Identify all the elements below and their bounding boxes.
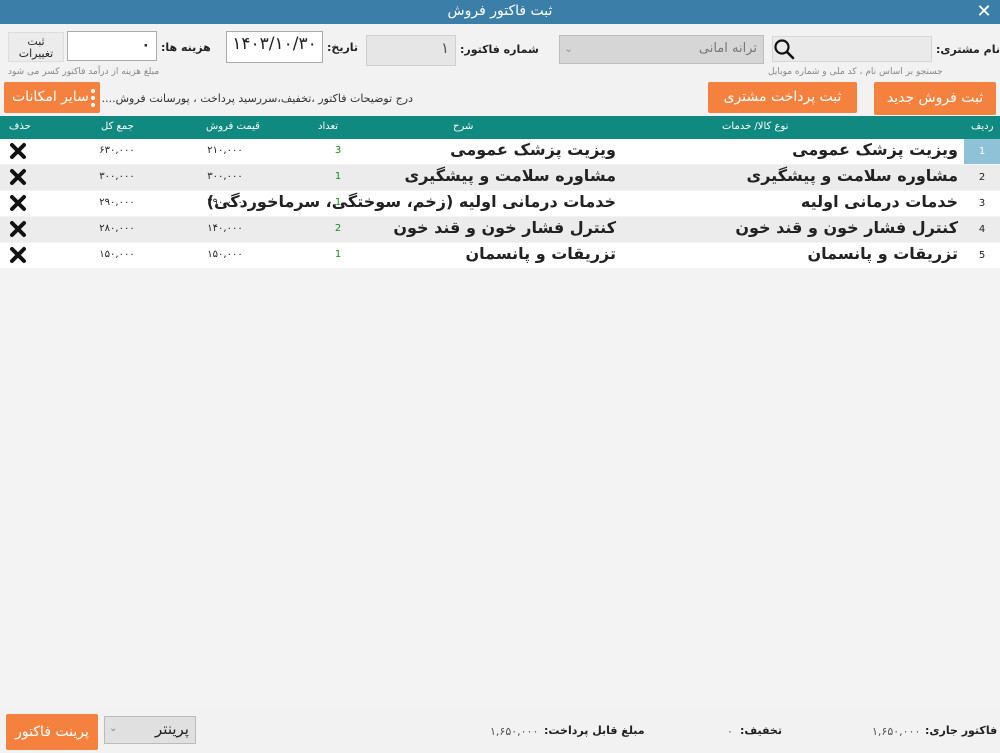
close-icon[interactable]: ✕ [974, 0, 994, 24]
row-description[interactable]: مشاوره سلامت و پیشگیری [405, 166, 616, 185]
row-item[interactable]: کنترل فشار خون و قند خون [735, 218, 958, 237]
row-item[interactable]: خدمات درمانی اولیه [801, 192, 958, 211]
more-options-button[interactable]: سایر امکانات [4, 82, 100, 113]
row-qty[interactable]: 1 [318, 197, 358, 208]
invoice-description-hint[interactable]: درج توضیحات فاکتور ،تخفیف،سررسید پرداخت … [102, 92, 413, 105]
row-index: 4 [978, 224, 986, 235]
row-price[interactable]: ۲۹۰,۰۰۰ [190, 197, 260, 208]
customer-select[interactable]: ترانه امانی ⌄ [559, 35, 764, 64]
discount-label: تخفیف: [740, 724, 782, 737]
row-qty[interactable]: 3 [318, 145, 358, 156]
table-header: ردیف نوع کالا/ خدمات شرح تعداد قیمت فروش… [0, 116, 1000, 139]
table-row[interactable]: 2 مشاوره سلامت و پیشگیری مشاوره سلامت و … [0, 165, 1000, 190]
row-item[interactable]: مشاوره سلامت و پیشگیری [747, 166, 958, 185]
header-qty: تعداد [318, 121, 339, 132]
header-item: نوع کالا/ خدمات [722, 121, 789, 132]
delete-x-icon[interactable] [8, 193, 30, 213]
row-total: ۶۳۰,۰۰۰ [99, 145, 135, 156]
printer-value: پرینتر [155, 720, 189, 738]
discount-value: ۰ [727, 725, 733, 738]
save-changes-label-2: تغییرات [18, 47, 54, 60]
row-item[interactable]: تزریقات و پانسمان [807, 244, 958, 263]
table-row[interactable]: 4 کنترل فشار خون و قند خون کنترل فشار خو… [0, 217, 1000, 242]
date-value: ۱۴۰۳/۱۰/۳۰ [232, 34, 317, 54]
row-price[interactable]: ۳۰۰,۰۰۰ [190, 171, 260, 182]
payable-value: ۱,۶۵۰,۰۰۰ [490, 725, 539, 738]
header-index: ردیف [971, 121, 994, 132]
invoice-number-field: ۱ [366, 35, 456, 66]
window-title: ثبت فاکتور فروش [447, 3, 553, 19]
customer-selected-value: ترانه امانی [698, 41, 757, 56]
row-item[interactable]: ویزیت پزشک عمومی [792, 140, 958, 159]
header-delete: حذف [9, 121, 31, 132]
row-price[interactable]: ۲۱۰,۰۰۰ [190, 145, 260, 156]
cost-input[interactable]: ۰ [67, 31, 157, 61]
row-index: 3 [978, 198, 986, 209]
row-total: ۱۵۰,۰۰۰ [99, 249, 135, 260]
table-row[interactable]: 5 تزریقات و پانسمان تزریقات و پانسمان 1 … [0, 243, 1000, 268]
row-total: ۲۹۰,۰۰۰ [99, 197, 135, 208]
new-sale-button[interactable]: ثبت فروش جدید [874, 82, 996, 115]
invoice-number-value: ۱ [440, 39, 449, 57]
chevron-down-icon: ⌄ [564, 42, 574, 55]
chevron-down-icon: ⌄ [109, 723, 118, 734]
title-bar: ثبت فاکتور فروش ✕ [0, 0, 1000, 24]
date-label: تاریخ: [327, 41, 359, 54]
delete-x-icon[interactable] [8, 167, 30, 187]
row-total: ۳۰۰,۰۰۰ [99, 171, 135, 182]
printer-select[interactable]: پرینتر ⌄ [104, 716, 196, 744]
delete-x-icon[interactable] [8, 245, 30, 265]
vertical-dots-icon [90, 88, 96, 108]
date-input[interactable]: ۱۴۰۳/۱۰/۳۰ [226, 31, 323, 63]
row-index: 1 [964, 139, 1000, 164]
more-options-label: سایر امکانات [12, 89, 89, 105]
header-price: قیمت فروش [206, 121, 260, 132]
cost-value: ۰ [141, 37, 150, 53]
payable-label: مبلغ قابل پرداخت: [544, 724, 645, 737]
row-index: 5 [978, 250, 986, 261]
delete-x-icon[interactable] [8, 141, 30, 161]
row-qty[interactable]: 1 [318, 171, 358, 182]
current-invoice-label: فاکتور جاری: [925, 724, 998, 737]
save-changes-button[interactable]: ثبت تغییرات [8, 32, 64, 62]
row-description[interactable]: کنترل فشار خون و قند خون [393, 218, 616, 237]
cost-label: هزینه ها: [161, 41, 211, 54]
header-total: جمع کل [101, 121, 134, 132]
row-qty[interactable]: 1 [318, 249, 358, 260]
row-price[interactable]: ۱۵۰,۰۰۰ [190, 249, 260, 260]
row-total: ۲۸۰,۰۰۰ [99, 223, 135, 234]
row-description[interactable]: ویزیت پزشک عمومی [450, 140, 616, 159]
print-invoice-button[interactable]: پرینت فاکتور [6, 714, 98, 750]
row-description[interactable]: خدمات درمانی اولیه (زخم، سوختگی، سرماخور… [207, 192, 616, 211]
header-description: شرح [453, 121, 474, 132]
row-price[interactable]: ۱۴۰,۰۰۰ [190, 223, 260, 234]
customer-search-hint: جستجو بر اساس نام ، کد ملی و شماره موبای… [768, 67, 943, 77]
cost-hint: مبلغ هزینه از درآمد فاکتور کسر می شود [8, 67, 160, 77]
customer-payment-button[interactable]: ثبت پرداخت مشتری [708, 82, 857, 113]
table-row[interactable]: 1 ویزیت پزشک عمومی ویزیت پزشک عمومی 3 ۲۱… [0, 139, 1000, 164]
current-invoice-value: ۱,۶۵۰,۰۰۰ [872, 725, 921, 738]
row-description[interactable]: تزریقات و پانسمان [465, 244, 616, 263]
invoice-number-label: شماره فاکتور: [460, 43, 539, 56]
customer-label: نام مشتری: [936, 43, 1000, 56]
delete-x-icon[interactable] [8, 219, 30, 239]
row-index: 2 [978, 172, 986, 183]
search-icon[interactable] [766, 35, 802, 63]
row-qty[interactable]: 2 [318, 223, 358, 234]
table-row[interactable]: 3 خدمات درمانی اولیه خدمات درمانی اولیه … [0, 191, 1000, 216]
